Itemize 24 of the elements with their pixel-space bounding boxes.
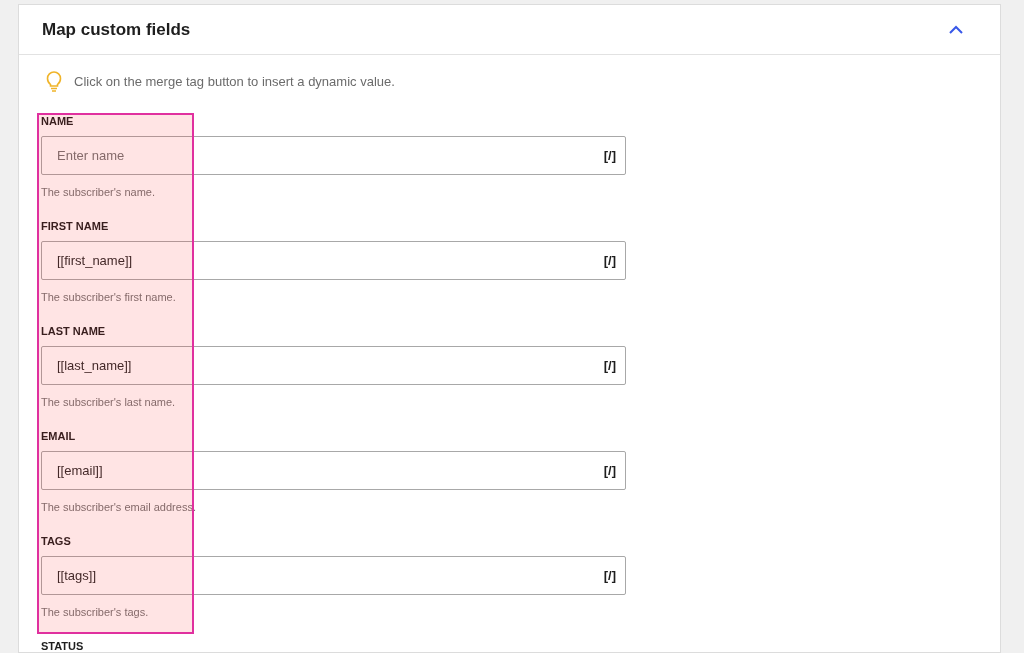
text-field[interactable]: [[email]] [/]	[41, 451, 626, 490]
field-label: STATUS	[41, 639, 84, 652]
field-label: LAST NAME	[41, 324, 106, 338]
text-field[interactable]: [[first_name]] [/]	[41, 241, 626, 280]
merge-tag-button[interactable]: [/]	[602, 355, 617, 376]
help-text: The subscriber's first name.	[41, 290, 176, 304]
help-text: The subscriber's name.	[41, 185, 155, 199]
field-label: EMAIL	[41, 429, 76, 443]
text-field[interactable]: [[tags]] [/]	[41, 556, 626, 595]
text-field[interactable]: Enter name [/]	[41, 136, 626, 175]
merge-tag-button[interactable]: [/]	[602, 565, 617, 586]
chevron-up-icon	[949, 25, 963, 34]
merge-tag-button[interactable]: [/]	[602, 460, 617, 481]
lightbulb-icon	[46, 71, 62, 93]
field-label: NAME	[41, 114, 74, 128]
panel-title: Map custom fields	[42, 18, 191, 41]
help-text: The subscriber's last name.	[41, 395, 176, 409]
tip-text: Click on the merge tag button to insert a dynamic value.	[74, 73, 395, 92]
merge-tag-button[interactable]: [/]	[602, 250, 617, 271]
field-label: TAGS	[41, 534, 71, 548]
merge-tag-button[interactable]: [/]	[602, 145, 617, 166]
field-label: FIRST NAME	[41, 219, 109, 233]
help-text: The subscriber's tags.	[41, 605, 149, 619]
text-field[interactable]: [[last_name]] [/]	[41, 346, 626, 385]
